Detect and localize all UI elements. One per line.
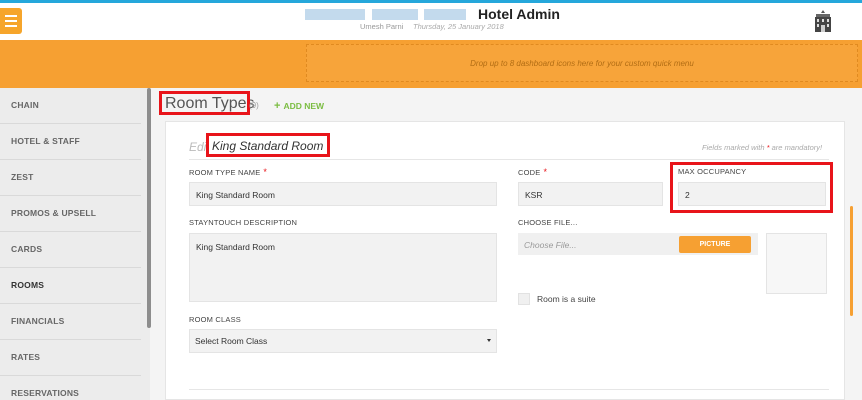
divider <box>189 159 829 160</box>
required-star: * <box>263 167 268 177</box>
sidebar-item-label: FINANCIALS <box>11 316 65 326</box>
room-type-name-input[interactable]: King Standard Room <box>189 182 497 206</box>
sidebar-item-label: RATES <box>11 352 41 362</box>
sidebar: CHAIN HOTEL & STAFF ZEST PROMOS & UPSELL… <box>0 88 150 400</box>
image-preview <box>766 233 827 294</box>
quick-menu-dropzone[interactable]: Drop up to 8 dashboard icons here for yo… <box>306 44 858 82</box>
plus-icon: + <box>274 100 281 112</box>
sidebar-item-label: PROMOS & UPSELL <box>11 208 97 218</box>
sidebar-item-label: ZEST <box>11 172 34 182</box>
chevron-down-icon <box>487 339 491 342</box>
blurred-logo <box>424 9 466 20</box>
sidebar-scrollbar[interactable] <box>147 88 151 328</box>
user-name: Umesh Parni <box>360 22 404 31</box>
picture-button[interactable]: PICTURE <box>679 236 751 253</box>
file-placeholder: Choose File... <box>524 240 577 250</box>
room-type-name-label: ROOM TYPE NAME * <box>189 167 267 177</box>
dropzone-hint: Drop up to 8 dashboard icons here for yo… <box>470 59 694 68</box>
edit-prefix: Edi <box>189 140 207 154</box>
sidebar-item-promos-upsell[interactable]: PROMOS & UPSELL <box>0 196 141 232</box>
app-title: Hotel Admin <box>478 6 560 22</box>
highlight-box <box>670 162 833 213</box>
sidebar-item-label: HOTEL & STAFF <box>11 136 80 146</box>
mandatory-note: Fields marked with * are mandatory! <box>702 143 822 152</box>
mandatory-star: * <box>766 143 770 152</box>
sidebar-item-rooms[interactable]: ROOMS <box>0 268 141 304</box>
hamburger-icon[interactable] <box>0 8 22 34</box>
required-star: * <box>543 167 548 177</box>
hotel-building-icon[interactable] <box>814 10 832 32</box>
description-label: STAYNTOUCH DESCRIPTION <box>189 218 298 227</box>
add-new-label: ADD NEW <box>283 101 325 111</box>
suite-checkbox[interactable] <box>518 293 530 305</box>
highlight-box <box>206 133 330 157</box>
add-new-button[interactable]: + ADD NEW <box>274 100 324 112</box>
current-date: Thursday, 25 January 2018 <box>413 22 504 31</box>
room-class-value: Select Room Class <box>195 336 268 346</box>
room-class-label: ROOM CLASS <box>189 315 242 324</box>
sidebar-item-financials[interactable]: FINANCIALS <box>0 304 141 340</box>
description-value: King Standard Room <box>196 242 275 252</box>
code-label: CODE * <box>518 167 547 177</box>
blurred-logo <box>305 9 365 20</box>
room-type-name-label-text: ROOM TYPE NAME <box>189 168 261 177</box>
suite-checkbox-label: Room is a suite <box>537 294 596 304</box>
sidebar-item-rates[interactable]: RATES <box>0 340 141 376</box>
mandatory-prefix: Fields marked with <box>702 143 765 152</box>
room-type-count: (9) <box>249 101 259 110</box>
code-input[interactable]: KSR <box>518 182 663 206</box>
description-textarea[interactable]: King Standard Room <box>189 233 497 302</box>
sidebar-item-label: ROOMS <box>11 280 45 290</box>
blurred-logo <box>372 9 418 20</box>
sidebar-item-zest[interactable]: ZEST <box>0 160 141 196</box>
sidebar-item-chain[interactable]: CHAIN <box>0 88 141 124</box>
sidebar-item-cards[interactable]: CARDS <box>0 232 141 268</box>
choose-file-label: CHOOSE FILE... <box>518 218 578 227</box>
sidebar-item-label: RESERVATIONS <box>11 388 80 398</box>
divider <box>189 389 829 390</box>
code-value: KSR <box>525 190 543 200</box>
sidebar-item-reservations[interactable]: RESERVATIONS <box>0 376 141 400</box>
main-scrollbar[interactable] <box>850 206 853 316</box>
code-label-text: CODE <box>518 168 541 177</box>
sidebar-item-label: CHAIN <box>11 100 39 110</box>
sidebar-item-hotel-staff[interactable]: HOTEL & STAFF <box>0 124 141 160</box>
room-type-name-value: King Standard Room <box>196 190 275 200</box>
mandatory-suffix: are mandatory! <box>771 143 823 152</box>
highlight-box <box>159 91 250 115</box>
sidebar-item-label: CARDS <box>11 244 43 254</box>
